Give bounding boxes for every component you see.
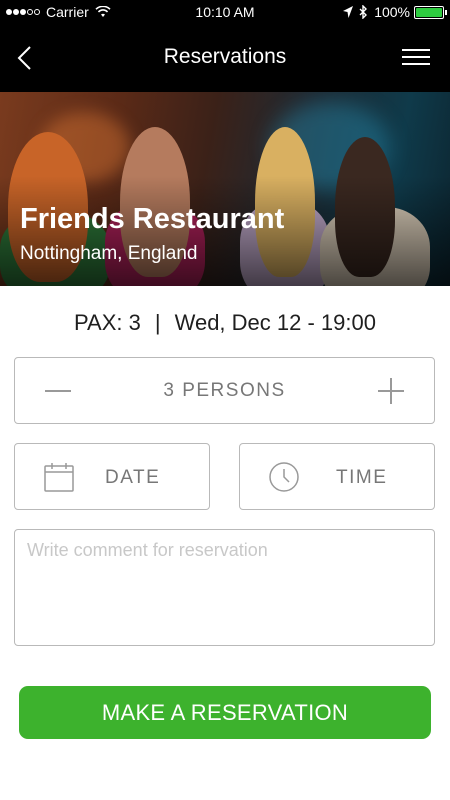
hamburger-menu-icon[interactable] [402,49,430,67]
reservation-datetime: Wed, Dec 12 - 19:00 [174,310,376,335]
reservation-summary: PAX: 3 | Wed, Dec 12 - 19:00 [0,310,450,336]
clock-icon [269,462,299,492]
pax-count: PAX: 3 [74,310,141,335]
bluetooth-icon [359,5,368,19]
battery-icon [414,5,447,19]
page-title: Reservations [163,45,287,68]
date-picker-button[interactable]: DATE [14,443,210,510]
date-label: DATE [105,467,161,488]
plus-icon[interactable] [378,378,404,404]
location-arrow-icon [343,6,354,18]
restaurant-name: Friends Restaurant [20,203,285,235]
comment-field-container [14,529,435,646]
time-label: TIME [336,467,388,488]
summary-separator: | [154,310,161,335]
status-right: 100% [343,4,447,20]
restaurant-hero-image: Friends Restaurant Nottingham, England [0,92,450,286]
calendar-icon [44,463,74,492]
battery-percent: 100% [374,4,410,20]
restaurant-location: Nottingham, England [20,243,198,264]
make-reservation-button[interactable]: MAKE A RESERVATION [19,686,431,739]
persons-stepper: 3 PERSONS [14,357,435,424]
persons-label: 3 PERSONS [163,380,286,401]
comment-field[interactable] [15,530,434,645]
battery-fill [416,7,442,17]
time-picker-button[interactable]: TIME [239,443,435,510]
status-bar: Carrier 10:10 AM 100% [0,0,450,24]
navigation-bar: Reservations [0,24,450,92]
